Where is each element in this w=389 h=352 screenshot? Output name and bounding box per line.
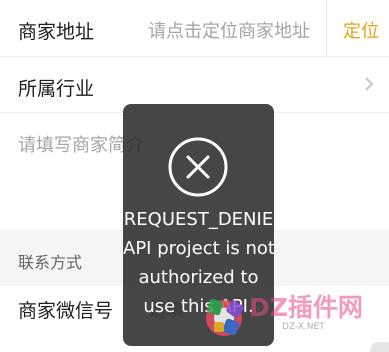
watermark-logo-icon	[206, 298, 244, 336]
address-input[interactable]: 请点击定位商家地址	[148, 17, 324, 43]
industry-label: 所属行业	[18, 78, 95, 100]
toast-line-2: API project is not	[123, 238, 274, 259]
address-row[interactable]: 商家地址 请点击定位商家地址 定位	[0, 0, 389, 57]
locate-button-label: 定位	[343, 21, 379, 42]
watermark-subtext: DZ-X.NET	[282, 322, 325, 332]
close-circle-icon	[168, 137, 228, 197]
watermark: DZ插件网 DZ-X.NET	[194, 282, 389, 352]
watermark-text: DZ插件网	[249, 293, 363, 322]
toast-line-1: REQUEST_DENIE	[123, 209, 274, 230]
chevron-right-icon	[365, 77, 374, 91]
contact-section-title: 联系方式	[18, 253, 83, 272]
wechat-label: 商家微信号	[18, 300, 114, 322]
address-label: 商家地址	[18, 21, 95, 43]
locate-button[interactable]: 定位	[326, 0, 389, 57]
